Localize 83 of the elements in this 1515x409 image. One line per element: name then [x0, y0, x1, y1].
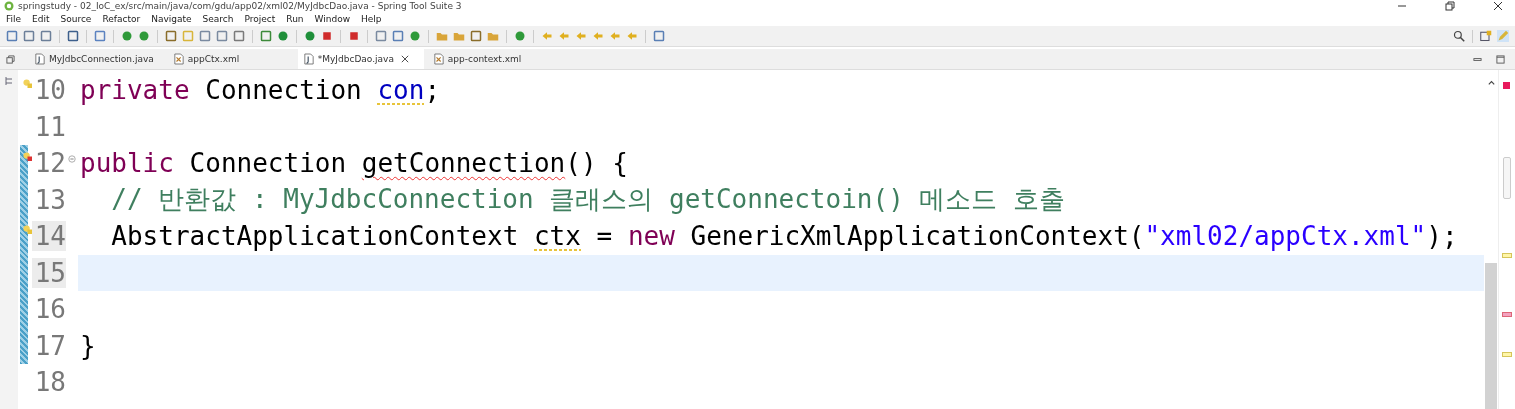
toolbar-icon[interactable]: [260, 30, 272, 42]
toolbar-icon[interactable]: [470, 30, 482, 42]
toolbar-icon[interactable]: [233, 30, 245, 42]
editor-tab[interactable]: MyJdbcConnection.java: [29, 49, 164, 69]
maximize-icon[interactable]: [1496, 54, 1505, 64]
line-number: 16: [33, 294, 66, 325]
play-icon[interactable]: [277, 30, 289, 42]
line-number: 10: [33, 75, 66, 106]
folder-icon[interactable]: [487, 30, 499, 42]
line-number: 15: [32, 257, 66, 288]
line-number: 17: [33, 330, 66, 361]
toolbar-icon[interactable]: [653, 30, 665, 42]
toolbar-icon[interactable]: [94, 30, 106, 42]
menu-item[interactable]: Run: [286, 14, 304, 24]
menu-item[interactable]: Source: [60, 14, 92, 24]
restore-icon[interactable]: [6, 54, 15, 64]
play-icon[interactable]: [304, 30, 316, 42]
save-icon[interactable]: [40, 30, 52, 42]
arrow-icon[interactable]: [626, 30, 638, 42]
circle-icon[interactable]: [121, 30, 133, 42]
menu-item[interactable]: Project: [244, 14, 276, 24]
circle-icon[interactable]: [409, 30, 421, 42]
collapse-icon[interactable]: [68, 155, 76, 164]
stop-icon[interactable]: [348, 30, 360, 42]
editor-tab[interactable]: app-context.xml: [427, 49, 554, 69]
menu-item[interactable]: Edit: [32, 14, 50, 24]
perspective-icon[interactable]: [1480, 30, 1492, 42]
xml-file-icon: [433, 53, 444, 65]
code-line: private Connection con;: [80, 75, 441, 106]
menu-item[interactable]: Search: [202, 14, 234, 24]
arrow-icon[interactable]: [609, 30, 621, 42]
save-icon[interactable]: [23, 30, 35, 42]
error-mark: [1502, 312, 1512, 317]
warning-mark: [1502, 352, 1512, 357]
toolbar-icon[interactable]: [67, 30, 79, 42]
code-line: }: [80, 330, 96, 361]
scroll-up-icon[interactable]: [1486, 78, 1496, 87]
toolbar-icon[interactable]: [199, 30, 211, 42]
arrow-icon[interactable]: [541, 30, 553, 42]
scroll-track: [1503, 157, 1511, 199]
menu-item[interactable]: Navigate: [151, 14, 192, 24]
circle-icon[interactable]: [138, 30, 150, 42]
menu-item[interactable]: File: [6, 14, 22, 24]
circle-icon[interactable]: [514, 30, 526, 42]
search-icon[interactable]: [1453, 30, 1465, 42]
folder-icon[interactable]: [436, 30, 448, 42]
error-indicator-icon: [1503, 82, 1510, 89]
scrollbar-thumb[interactable]: [1485, 263, 1497, 409]
close-icon[interactable]: [400, 55, 409, 63]
menu-item[interactable]: Window: [314, 14, 351, 24]
window-title: springstudy - 02_IoC_ex/src/main/java/com/gdu/app02/xml02/MyJdbcDao.java - Spring Tool Suite 3: [18, 0, 462, 12]
warning-mark: [1502, 253, 1512, 258]
toolbar-icon[interactable]: [392, 30, 404, 42]
restore-icon[interactable]: [1445, 1, 1455, 11]
line-number: 11: [33, 111, 66, 142]
code-line: // 반환값 : MyJdbcConnection 클래스의 getConnectoin() 메소드 호출: [110, 183, 1066, 217]
toolbar-icon[interactable]: [6, 30, 18, 42]
arrow-icon[interactable]: [592, 30, 604, 42]
menu-item[interactable]: Help: [361, 14, 382, 24]
line-number: 12: [33, 148, 66, 179]
line-number: 14: [32, 221, 66, 252]
warning-marker-icon: [23, 78, 32, 88]
toolbar-icon[interactable]: [375, 30, 387, 42]
arrow-icon[interactable]: [558, 30, 570, 42]
java-file-icon: [303, 53, 314, 65]
folder-icon[interactable]: [453, 30, 465, 42]
code-line: AbstractApplicationContext ctx = new GenericXmlApplicationContext("xml02/appCtx.xml");: [110, 221, 1458, 252]
toolbar-icon[interactable]: [165, 30, 177, 42]
menu-item[interactable]: Refactor: [102, 14, 141, 24]
stop-icon[interactable]: [321, 30, 333, 42]
outline-icon[interactable]: [4, 76, 14, 86]
line-number: 18: [33, 367, 66, 398]
java-file-icon: [35, 53, 45, 65]
warning-marker-icon: [23, 224, 32, 234]
editor-tab[interactable]: *MyJdbcDao.java: [297, 49, 424, 69]
editor-tab[interactable]: appCtx.xml: [167, 49, 294, 69]
toolbar-icon[interactable]: [216, 30, 228, 42]
xml-file-icon: [173, 53, 184, 65]
arrow-icon[interactable]: [575, 30, 587, 42]
error-marker-icon: [23, 151, 32, 161]
close-icon[interactable]: [1493, 1, 1503, 11]
line-number: 13: [33, 184, 66, 215]
code-line: public Connection getConnection() {: [80, 148, 628, 179]
